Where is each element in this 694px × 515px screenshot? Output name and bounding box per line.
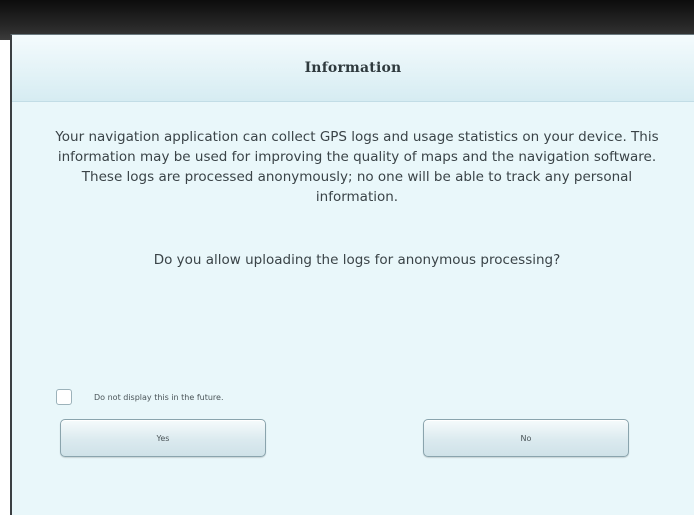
- no-button[interactable]: No: [423, 419, 629, 457]
- dialog-question: Do you allow uploading the logs for anon…: [153, 252, 561, 268]
- do-not-display-option[interactable]: Do not display this in the future.: [56, 389, 224, 405]
- dialog-title-bar: Information: [12, 35, 694, 102]
- do-not-display-label: Do not display this in the future.: [94, 392, 224, 402]
- do-not-display-checkbox[interactable]: [56, 389, 72, 405]
- no-button-label: No: [520, 433, 532, 443]
- yes-button[interactable]: Yes: [60, 419, 266, 457]
- yes-button-label: Yes: [156, 433, 170, 443]
- dialog-title: Information: [304, 60, 402, 76]
- dialog-message: Your navigation application can collect …: [55, 129, 659, 205]
